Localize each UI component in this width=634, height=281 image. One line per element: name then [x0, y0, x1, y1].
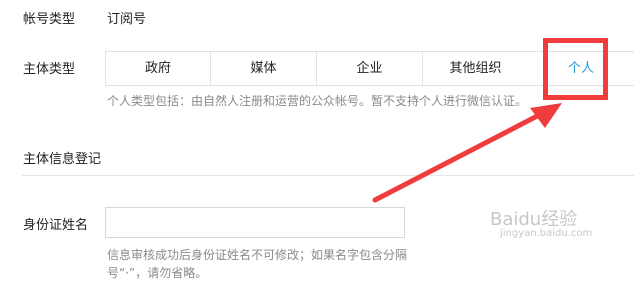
watermark-url: jingyan.baidu.com	[500, 228, 593, 239]
